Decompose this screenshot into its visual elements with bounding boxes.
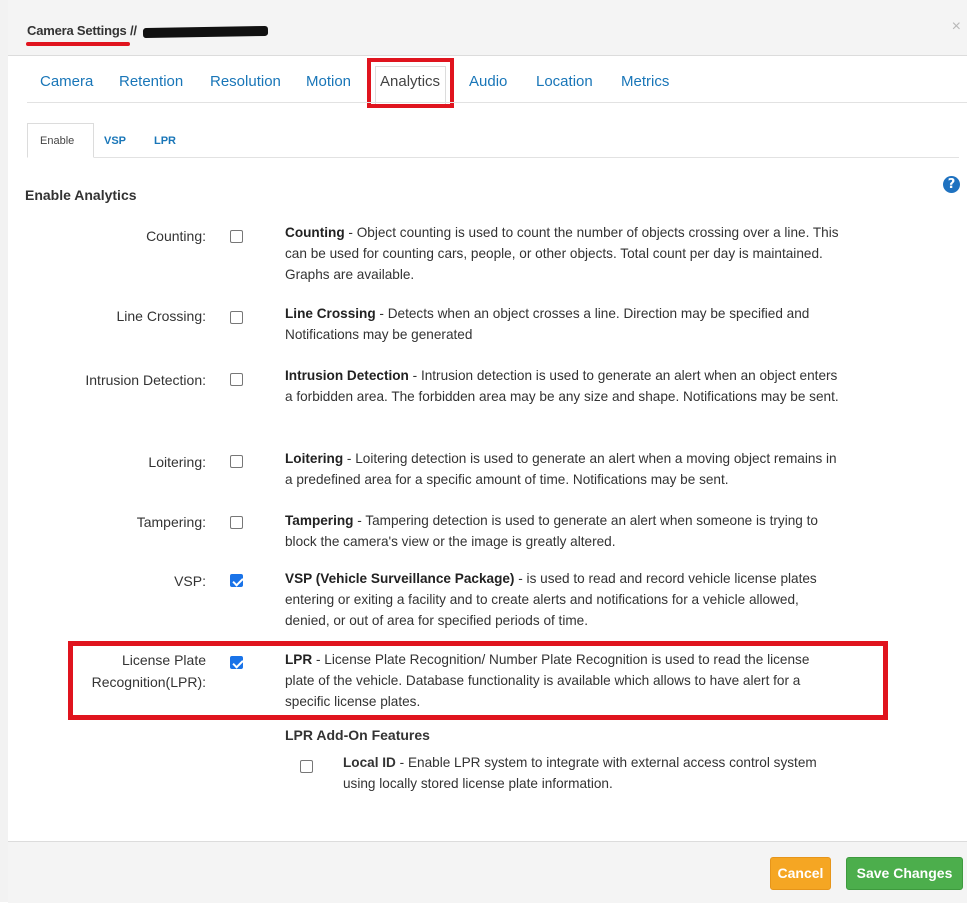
section-title: Enable Analytics <box>25 187 137 203</box>
line-crossing-checkbox[interactable] <box>230 311 243 324</box>
tab-metrics[interactable]: Metrics <box>621 73 669 90</box>
lpr-label-line2: Recognition(LPR): <box>91 674 206 690</box>
title-red-underline <box>26 42 130 46</box>
question-circle-icon[interactable]: ? <box>943 176 960 193</box>
counting-desc-text: - Object counting is used to count the n… <box>285 225 839 282</box>
lpr-desc-text: - License Plate Recognition/ Number Plat… <box>285 652 810 709</box>
tab-analytics[interactable]: Analytics <box>380 73 440 90</box>
redacted-camera-name <box>142 25 268 38</box>
close-icon[interactable]: × <box>952 18 961 36</box>
tab-camera[interactable]: Camera <box>40 73 93 90</box>
tabs-divider <box>27 102 967 103</box>
counting-label: Counting: <box>146 228 206 244</box>
line-crossing-description: Line Crossing - Detects when an object c… <box>285 303 840 345</box>
vsp-label: VSP: <box>174 573 206 589</box>
modal-title: Camera Settings // <box>27 23 268 38</box>
lpr-description: LPR - License Plate Recognition/ Number … <box>285 649 840 712</box>
local-id-description: Local ID - Enable LPR system to integrat… <box>343 752 848 794</box>
tab-location[interactable]: Location <box>536 73 593 90</box>
counting-description: Counting - Object counting is used to co… <box>285 222 840 285</box>
lpr-checkbox[interactable] <box>230 656 243 669</box>
tab-motion[interactable]: Motion <box>306 73 351 90</box>
camera-settings-modal: Camera Settings // × Camera Retention Re… <box>8 0 967 903</box>
subtab-enable[interactable]: Enable <box>40 135 74 147</box>
subtab-vsp[interactable]: VSP <box>104 135 126 147</box>
local-id-title: Local ID <box>343 755 396 770</box>
tab-resolution[interactable]: Resolution <box>210 73 281 90</box>
lpr-label-line1: License Plate <box>121 652 206 668</box>
counting-checkbox[interactable] <box>230 230 243 243</box>
modal-header: Camera Settings // × <box>8 0 967 56</box>
tab-audio[interactable]: Audio <box>469 73 507 90</box>
loitering-desc-text: - Loitering detection is used to generat… <box>285 451 837 487</box>
vsp-title: VSP (Vehicle Surveillance Package) <box>285 571 515 586</box>
vsp-checkbox[interactable] <box>230 574 243 587</box>
tampering-description: Tampering - Tampering detection is used … <box>285 510 840 552</box>
subtabs-divider <box>27 157 959 158</box>
lpr-addon-title: LPR Add-On Features <box>285 727 430 743</box>
tampering-checkbox[interactable] <box>230 516 243 529</box>
loitering-label: Loitering: <box>148 454 206 470</box>
loitering-checkbox[interactable] <box>230 455 243 468</box>
intrusion-detection-checkbox[interactable] <box>230 373 243 386</box>
counting-title: Counting <box>285 225 345 240</box>
lpr-label: License Plate Recognition(LPR): <box>92 649 206 693</box>
intrusion-detection-label: Intrusion Detection: <box>85 372 206 388</box>
tampering-label: Tampering: <box>136 514 206 530</box>
line-crossing-label: Line Crossing: <box>116 308 207 324</box>
intrusion-detection-title: Intrusion Detection <box>285 368 409 383</box>
modal-title-text: Camera Settings // <box>27 23 137 38</box>
line-crossing-title: Line Crossing <box>285 306 376 321</box>
loitering-title: Loitering <box>285 451 344 466</box>
tampering-desc-text: - Tampering detection is used to generat… <box>285 513 818 549</box>
lpr-title: LPR <box>285 652 313 667</box>
loitering-description: Loitering - Loitering detection is used … <box>285 448 840 490</box>
cancel-button[interactable]: Cancel <box>770 857 831 890</box>
intrusion-detection-description: Intrusion Detection - Intrusion detectio… <box>285 365 840 407</box>
local-id-desc-text: - Enable LPR system to integrate with ex… <box>343 755 817 791</box>
subtab-lpr[interactable]: LPR <box>154 135 176 147</box>
save-changes-button[interactable]: Save Changes <box>846 857 963 890</box>
vsp-description: VSP (Vehicle Surveillance Package) - is … <box>285 568 840 631</box>
tab-retention[interactable]: Retention <box>119 73 183 90</box>
local-id-checkbox[interactable] <box>300 760 313 773</box>
tampering-title: Tampering <box>285 513 354 528</box>
